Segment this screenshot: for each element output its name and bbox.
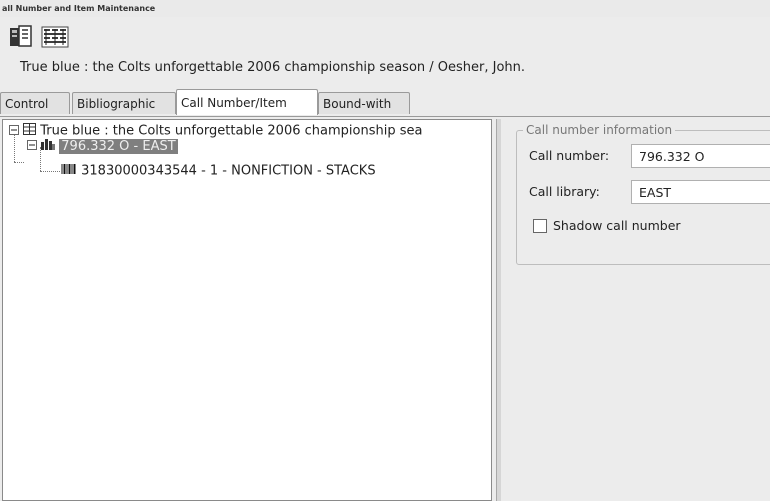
tab-bound-with[interactable]: Bound-with — [318, 92, 410, 114]
tree-node-call-number-label: 796.332 O - EAST — [59, 138, 178, 154]
tree-connector — [14, 162, 24, 163]
barcode-grid-icon[interactable] — [40, 24, 70, 50]
call-number-label: Call number: — [529, 148, 610, 163]
tree-node-item[interactable]: 31830000343544 - 1 - NONFICTION - STACKS — [61, 163, 376, 179]
tree-connector — [40, 171, 60, 172]
call-number-information-group: Call number information Call number: Cal… — [516, 123, 770, 265]
shadow-call-number-label: Shadow call number — [553, 218, 681, 233]
shadow-call-number-checkbox[interactable] — [533, 219, 547, 233]
holdings-tree[interactable]: True blue : the Colts unforgettable 2006… — [2, 119, 492, 501]
catalog-record-icon — [23, 123, 37, 139]
tree-node-item-label: 31830000343544 - 1 - NONFICTION - STACKS — [81, 163, 376, 179]
call-number-input[interactable] — [631, 144, 770, 168]
call-number-maintenance-window: all Number and Item Maintenance True blu… — [0, 0, 770, 501]
record-title: True blue : the Colts unforgettable 2006… — [20, 60, 526, 75]
tab-control[interactable]: Control — [0, 92, 70, 114]
tree-node-call-number[interactable]: 796.332 O - EAST — [27, 138, 178, 154]
tree-node-title-label: True blue : the Colts unforgettable 2006… — [40, 123, 423, 139]
records-icon[interactable] — [8, 24, 34, 50]
toolbar — [0, 20, 770, 56]
call-number-panel: Call number information Call number: Cal… — [502, 119, 770, 501]
barcode-icon — [61, 163, 77, 179]
tab-bar: Control Bibliographic Call Number/Item B… — [0, 89, 770, 116]
tree-node-title[interactable]: True blue : the Colts unforgettable 2006… — [9, 123, 422, 139]
group-legend: Call number information — [523, 123, 676, 137]
collapse-icon[interactable] — [27, 139, 37, 154]
call-library-label: Call library: — [529, 184, 600, 199]
tab-bibliographic[interactable]: Bibliographic — [72, 92, 176, 114]
call-library-input[interactable] — [631, 180, 770, 204]
pane-splitter[interactable] — [496, 119, 501, 501]
collapse-icon[interactable] — [9, 124, 19, 139]
window-title: all Number and Item Maintenance — [0, 0, 770, 17]
call-number-icon — [41, 138, 56, 154]
tab-call-number-item[interactable]: Call Number/Item — [176, 89, 318, 115]
tab-body-divider — [0, 116, 770, 117]
